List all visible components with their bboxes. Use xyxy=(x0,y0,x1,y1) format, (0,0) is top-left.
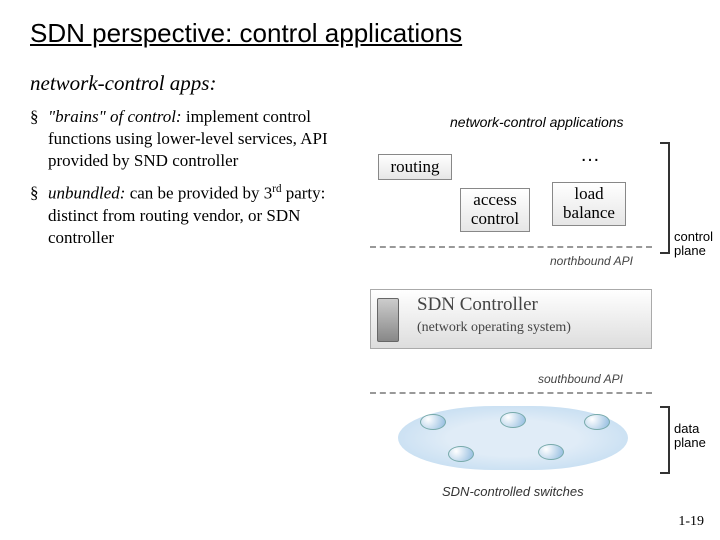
bullet-item: § "brains" of control: implement control… xyxy=(30,106,370,172)
data-plane-bracket-icon xyxy=(660,406,670,474)
sdn-controller-box: SDN Controller (network operating system… xyxy=(370,289,652,349)
controller-subtitle: (network operating system) xyxy=(417,320,571,336)
control-plane-bracket-icon xyxy=(660,142,670,254)
control-plane-label: controlplane xyxy=(674,230,713,259)
bullet-mark-icon: § xyxy=(30,182,48,249)
southbound-divider xyxy=(370,392,652,394)
nca-label: network-control applications xyxy=(450,114,624,130)
slide-title: SDN perspective: control applications xyxy=(30,18,700,49)
data-plane-label: dataplane xyxy=(674,422,706,451)
server-icon xyxy=(377,298,399,342)
page-number: 1-19 xyxy=(678,514,704,530)
router-icon xyxy=(500,412,526,428)
router-icon xyxy=(538,444,564,460)
load-balance-box: loadbalance xyxy=(552,182,626,226)
northbound-divider xyxy=(370,246,652,248)
sdn-diagram: network-control applications … routing a… xyxy=(370,114,708,514)
southbound-api-label: southbound API xyxy=(538,372,623,386)
bullet-text: "brains" of control: implement control f… xyxy=(48,106,370,172)
router-icon xyxy=(420,414,446,430)
bullet-text: unbundled: can be provided by 3rd party:… xyxy=(48,182,370,249)
bullet-list: § "brains" of control: implement control… xyxy=(30,106,370,249)
bullet-mark-icon: § xyxy=(30,106,48,172)
routing-box: routing xyxy=(378,154,452,180)
router-icon xyxy=(448,446,474,462)
northbound-api-label: northbound API xyxy=(550,254,633,268)
access-control-box: accesscontrol xyxy=(460,188,530,232)
router-icon xyxy=(584,414,610,430)
bullet-item: § unbundled: can be provided by 3rd part… xyxy=(30,182,370,249)
controller-title: SDN Controller xyxy=(417,294,538,316)
section-subtitle: network-control apps: xyxy=(30,71,700,96)
ellipsis: … xyxy=(580,144,602,167)
switches-label: SDN-controlled switches xyxy=(442,484,584,499)
